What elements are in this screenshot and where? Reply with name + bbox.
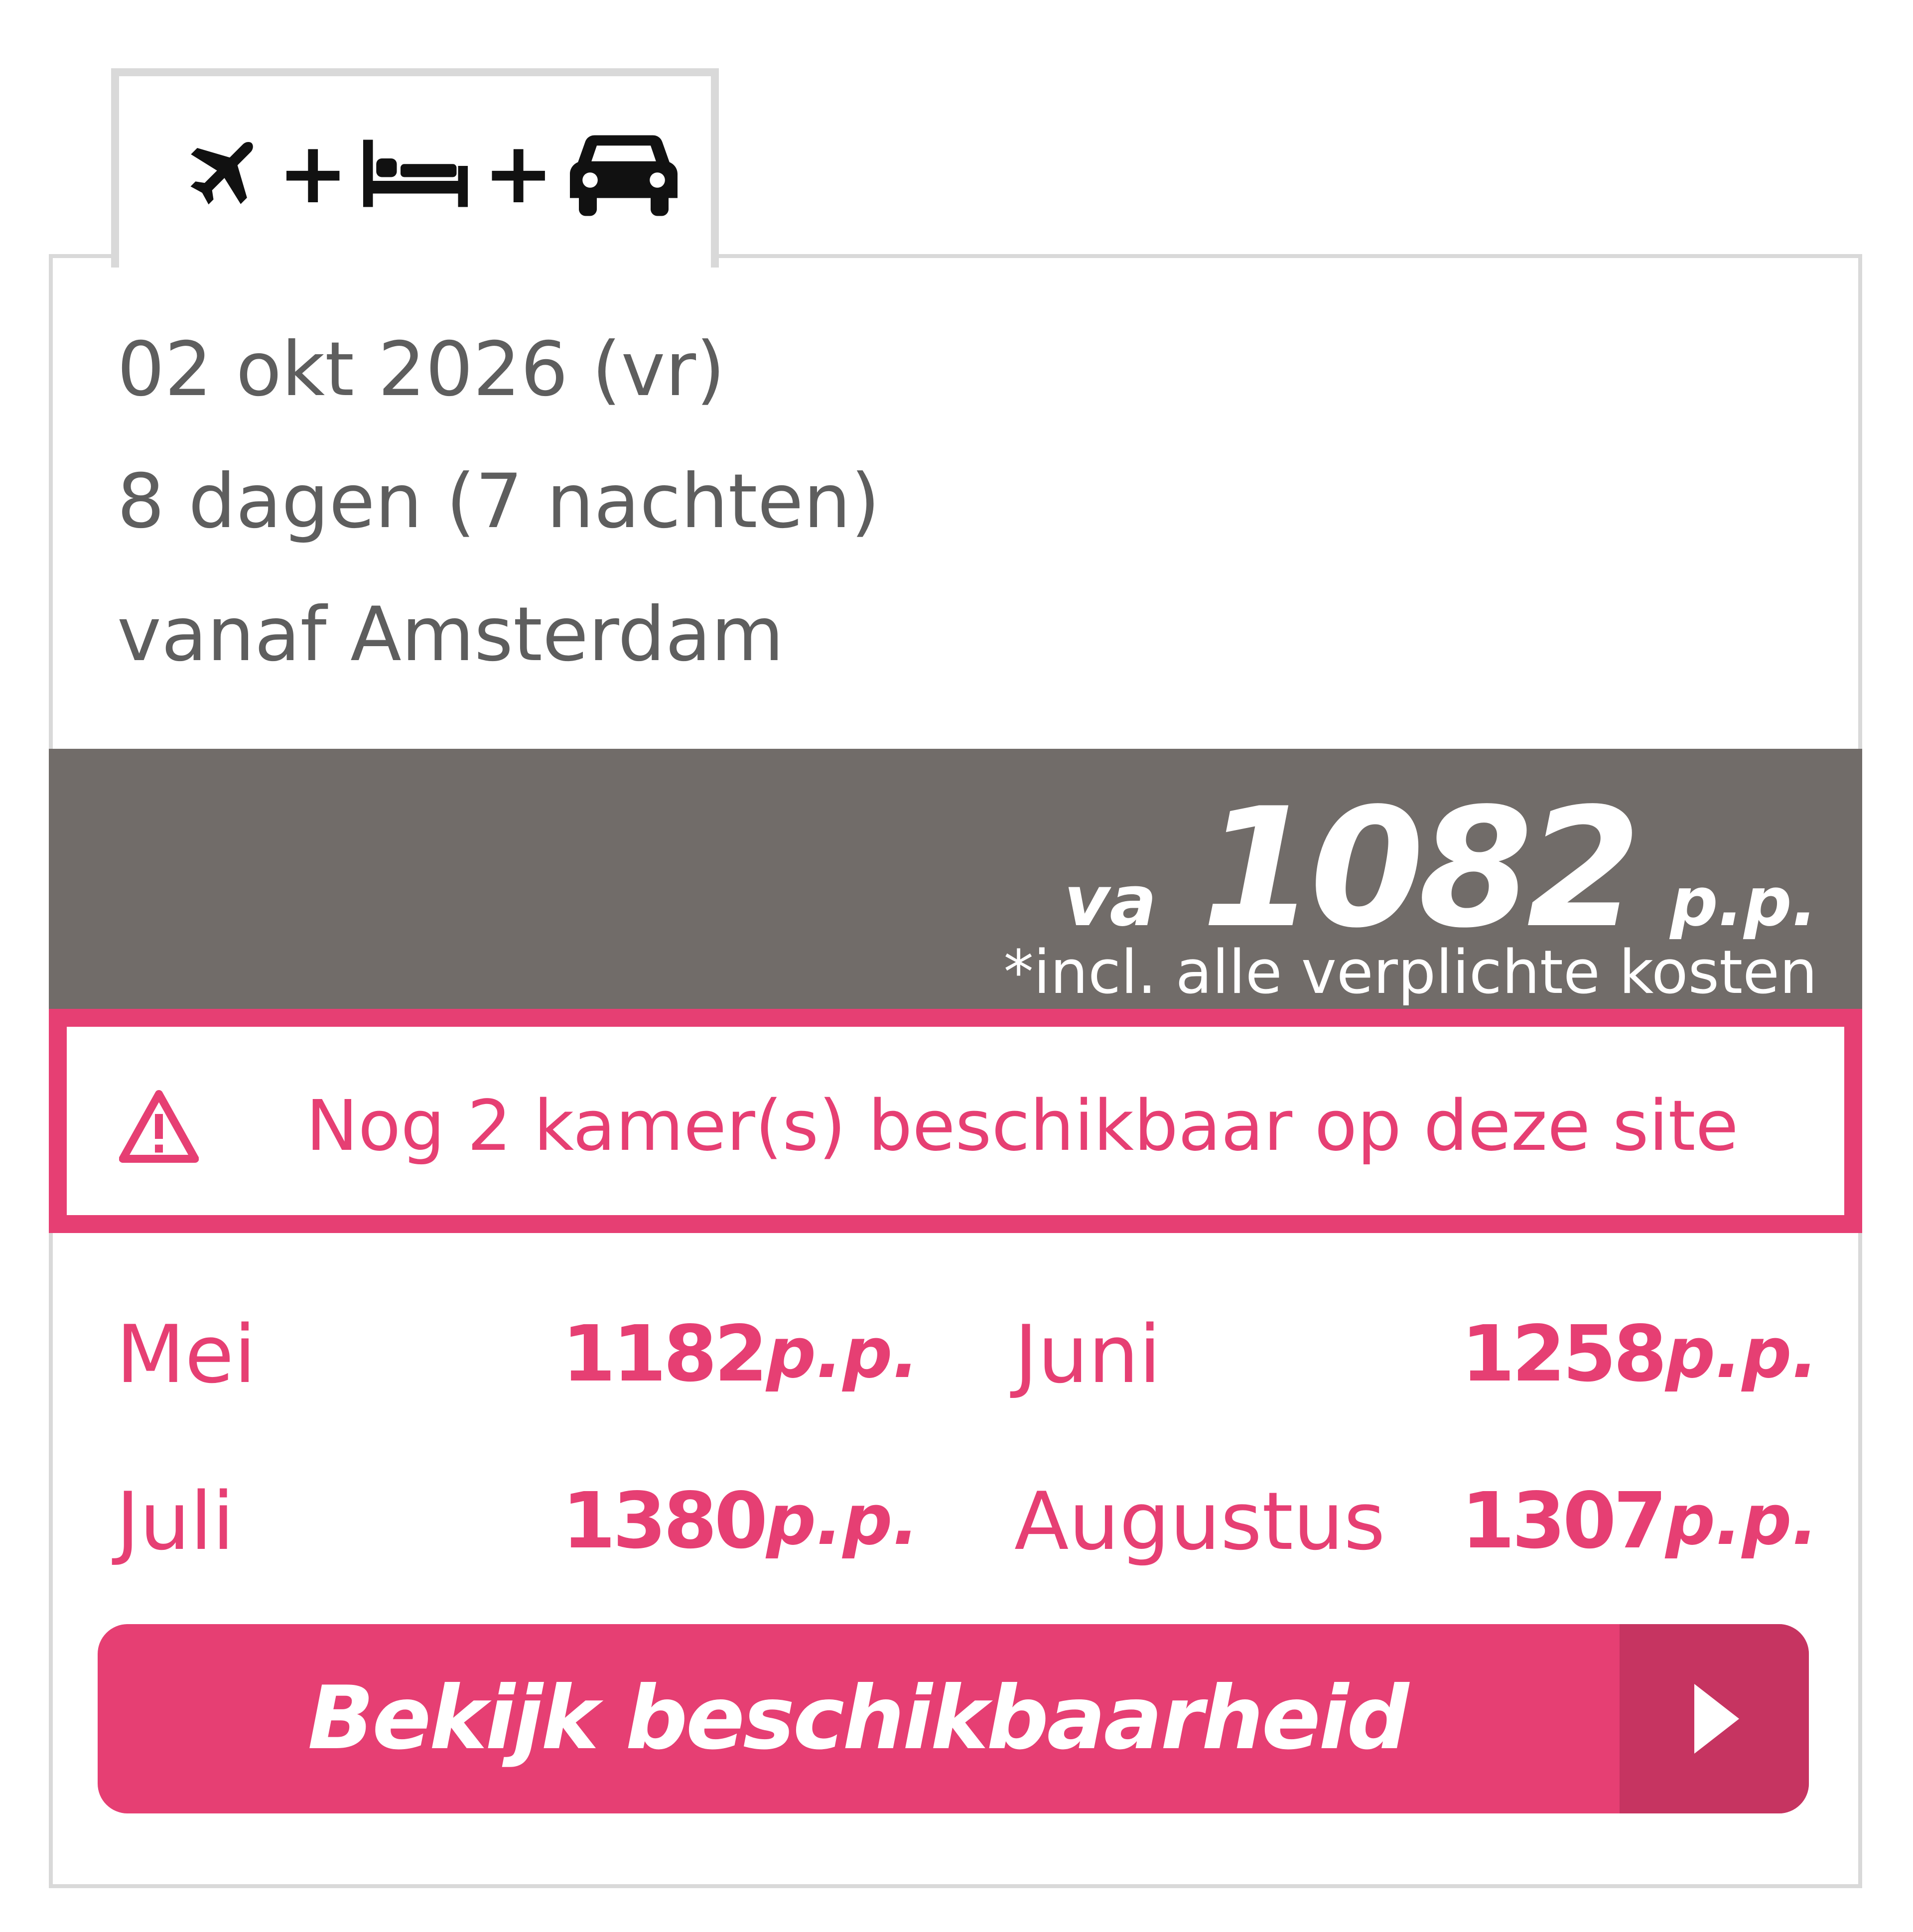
month-name: Augustus bbox=[1014, 1475, 1385, 1568]
price-band: va 1082 p.p. *incl. alle verplichte kost… bbox=[49, 749, 1862, 1009]
month-price: 1380 bbox=[562, 1476, 768, 1566]
price-line: va 1082 p.p. bbox=[1064, 773, 1817, 964]
month-price: 1307 bbox=[1461, 1476, 1667, 1566]
departure-date: 02 okt 2026 (vr) bbox=[117, 326, 725, 413]
availability-alert: Nog 2 kamer(s) beschikbaar op deze site bbox=[49, 1009, 1862, 1233]
price-unit: p.p. bbox=[1670, 863, 1817, 941]
month-price-unit: p.p. bbox=[1665, 1313, 1818, 1394]
chevron-right-icon bbox=[1694, 1684, 1739, 1754]
warning-icon bbox=[119, 1089, 199, 1166]
price-amount: 1082 bbox=[1201, 773, 1641, 964]
bed-icon bbox=[363, 136, 468, 211]
plus-separator: + bbox=[277, 124, 349, 223]
alert-text: Nog 2 kamer(s) beschikbaar op deze site bbox=[306, 1086, 1739, 1167]
price-prefix: va bbox=[1064, 861, 1157, 942]
check-availability-label: Bekijk beschikbaarheid bbox=[307, 1668, 1409, 1769]
airplane-icon bbox=[178, 131, 263, 216]
package-tab[interactable]: + + bbox=[111, 68, 719, 268]
cta-arrow-box bbox=[1620, 1624, 1809, 1813]
car-icon bbox=[569, 129, 679, 218]
month-price-unit: p.p. bbox=[766, 1313, 919, 1394]
trip-duration: 8 dagen (7 nachten) bbox=[117, 458, 880, 545]
price-note: *incl. alle verplichte kosten bbox=[1003, 938, 1817, 1007]
month-price-unit: p.p. bbox=[1665, 1480, 1818, 1561]
month-prices: Mei 1182 p.p. Juni 1258 p.p. Juli 1380 p… bbox=[49, 1233, 1862, 1582]
month-name: Juni bbox=[1014, 1308, 1161, 1401]
check-availability-button[interactable]: Bekijk beschikbaarheid bbox=[98, 1624, 1809, 1813]
package-icons: + + bbox=[178, 129, 679, 218]
plus-separator: + bbox=[483, 124, 554, 223]
month-price: 1182 bbox=[562, 1309, 768, 1399]
month-price: 1258 bbox=[1461, 1309, 1667, 1399]
month-price-unit: p.p. bbox=[766, 1480, 919, 1561]
month-name: Juli bbox=[116, 1475, 235, 1568]
departure-city: vanaf Amsterdam bbox=[117, 591, 784, 678]
month-name: Mei bbox=[116, 1308, 256, 1401]
